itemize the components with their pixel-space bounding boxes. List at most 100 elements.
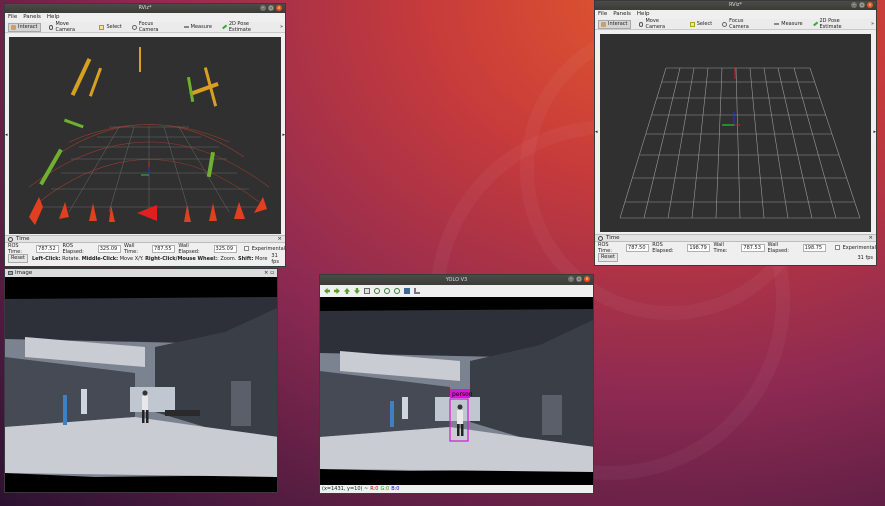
zoom-rect-icon[interactable] [364, 288, 370, 294]
panel-close-icon[interactable]: × [868, 234, 873, 242]
time-row: ROS Time: 787.50 ROS Elapsed: 198.79 Wal… [595, 241, 876, 254]
select-icon [689, 21, 695, 27]
menu-file[interactable]: File [8, 13, 17, 22]
menu-panels[interactable]: Panels [23, 13, 41, 22]
experimental-label: Experimental [251, 245, 286, 252]
arrow-right-icon[interactable] [334, 288, 340, 294]
hand-icon [601, 21, 606, 27]
camera-image [5, 277, 277, 492]
window-title: RViz* [728, 2, 743, 8]
image-icon [8, 271, 13, 275]
ros-time-field[interactable]: 787.52 [36, 244, 60, 253]
zoom-in-icon[interactable] [374, 288, 380, 294]
wall-elapsed-label: Wall Elapsed: [767, 241, 789, 254]
tool-2d-pose-estimate[interactable]: 2D Pose Estimate [811, 18, 865, 30]
reset-button[interactable]: Reset [598, 253, 618, 262]
crosshair-icon [131, 24, 137, 30]
tool-move-camera[interactable]: Move Camera [637, 18, 682, 30]
clock-icon [598, 235, 603, 241]
arrow-up-icon[interactable] [344, 288, 350, 294]
zoom-fit-icon[interactable] [394, 288, 400, 294]
grid-render [619, 67, 861, 219]
menu-panels[interactable]: Panels [613, 10, 631, 19]
window-title: YOLO V3 [445, 277, 468, 283]
move-icon [638, 21, 644, 27]
left-dock-handle-icon[interactable]: ◂ [595, 129, 598, 135]
tool-label: Focus Camera [729, 18, 749, 30]
maximize-icon[interactable]: □ [859, 2, 865, 8]
tool-2d-pose-estimate[interactable]: 2D Pose Estimate [220, 21, 274, 33]
ros-elapsed-field[interactable]: 198.79 [687, 243, 711, 252]
fps-readout: 31 fps [857, 254, 874, 261]
toolbar-overflow-icon[interactable]: » [280, 24, 283, 30]
window-title: Image [15, 270, 33, 276]
close-icon[interactable]: × [584, 276, 590, 282]
ros-time-label: ROS Time: [8, 242, 22, 255]
yolo-titlebar[interactable]: YOLO V3 – □ × [320, 275, 593, 285]
save-icon[interactable] [404, 288, 410, 294]
tool-label: Move Camera [55, 21, 76, 33]
rviz-3d-view-left[interactable] [9, 37, 281, 234]
wall-time-field[interactable]: 787.55 [152, 244, 176, 253]
maximize-icon[interactable]: □ [268, 5, 274, 11]
rviz-window-right: RViz* – □ × File Panels Help Interact Mo… [594, 0, 877, 266]
ros-elapsed-field[interactable]: 325.09 [97, 244, 121, 253]
right-dock-handle-icon[interactable]: ▸ [282, 132, 285, 138]
ros-time-field[interactable]: 787.50 [626, 243, 650, 252]
experimental-checkbox[interactable] [243, 246, 249, 251]
tool-measure[interactable]: Measure [772, 20, 804, 29]
hint-text: Move X/Y. [118, 255, 146, 262]
select-icon [99, 24, 105, 30]
reset-button[interactable]: Reset [8, 254, 28, 263]
tool-focus-camera[interactable]: Focus Camera [130, 21, 176, 33]
detection-label: person [452, 391, 473, 398]
pixel-status-bar: (x=1431, y=10) ~ R:0 G:0 B:0 [322, 486, 399, 492]
tool-interact[interactable]: Interact [598, 19, 631, 29]
experimental-checkbox[interactable] [834, 245, 840, 250]
yolo-image: person [320, 297, 593, 485]
minimize-icon[interactable]: – [851, 2, 857, 8]
right-dock-handle-icon[interactable]: ▸ [873, 129, 876, 135]
close-icon[interactable]: × ▫ [264, 269, 274, 277]
tool-label: Move Camera [645, 18, 666, 30]
rviz-3d-view-right[interactable] [600, 34, 871, 232]
panel-close-icon[interactable]: × [277, 235, 282, 243]
arrow-down-icon[interactable] [354, 288, 360, 294]
tool-label: Interact [608, 21, 628, 27]
tool-label: Select [106, 24, 122, 30]
wall-time-label: Wall Time: [124, 242, 138, 255]
wall-time-field[interactable]: 787.53 [741, 243, 765, 252]
tool-interact[interactable]: Interact [8, 22, 41, 32]
image-window-titlebar[interactable]: Image × ▫ [5, 269, 277, 277]
tool-label: Focus Camera [138, 21, 159, 33]
close-icon[interactable]: × [867, 2, 873, 8]
tool-move-camera[interactable]: Move Camera [47, 21, 92, 33]
fps-readout: 31 fps [271, 252, 279, 265]
tool-measure[interactable]: Measure [182, 23, 214, 32]
tools-toolbar: Interact Move Camera Select Focus Camera… [595, 18, 876, 30]
tool-label: Select [696, 21, 713, 27]
minimize-icon[interactable]: – [568, 276, 574, 282]
maximize-icon[interactable]: □ [576, 276, 582, 282]
left-dock-handle-icon[interactable]: ◂ [5, 132, 8, 138]
close-icon[interactable]: × [276, 5, 282, 11]
tool-select[interactable]: Select [97, 23, 123, 32]
wall-elapsed-field[interactable]: 325.09 [213, 244, 237, 253]
properties-icon[interactable] [414, 288, 420, 294]
tool-focus-camera[interactable]: Focus Camera [720, 18, 766, 30]
tool-label: Interact [18, 24, 38, 30]
wall-elapsed-field[interactable]: 198.75 [802, 243, 826, 252]
menu-file[interactable]: File [598, 10, 607, 19]
minimize-icon[interactable]: – [260, 5, 266, 11]
toolbar-overflow-icon[interactable]: » [871, 21, 874, 27]
status-bar: Reset 31 fps [595, 253, 876, 262]
arrow-left-icon[interactable] [324, 288, 330, 294]
tool-select[interactable]: Select [688, 20, 714, 29]
hint-bold: Left-Click: [31, 255, 61, 262]
hand-icon [11, 24, 16, 30]
point-cloud-render [28, 47, 270, 225]
ros-elapsed-label: ROS Elapsed: [62, 242, 84, 255]
rviz-right-titlebar[interactable]: RViz* – □ × [595, 1, 876, 10]
zoom-out-icon[interactable] [384, 288, 390, 294]
rviz-left-titlebar[interactable]: RViz* – □ × [5, 4, 285, 13]
